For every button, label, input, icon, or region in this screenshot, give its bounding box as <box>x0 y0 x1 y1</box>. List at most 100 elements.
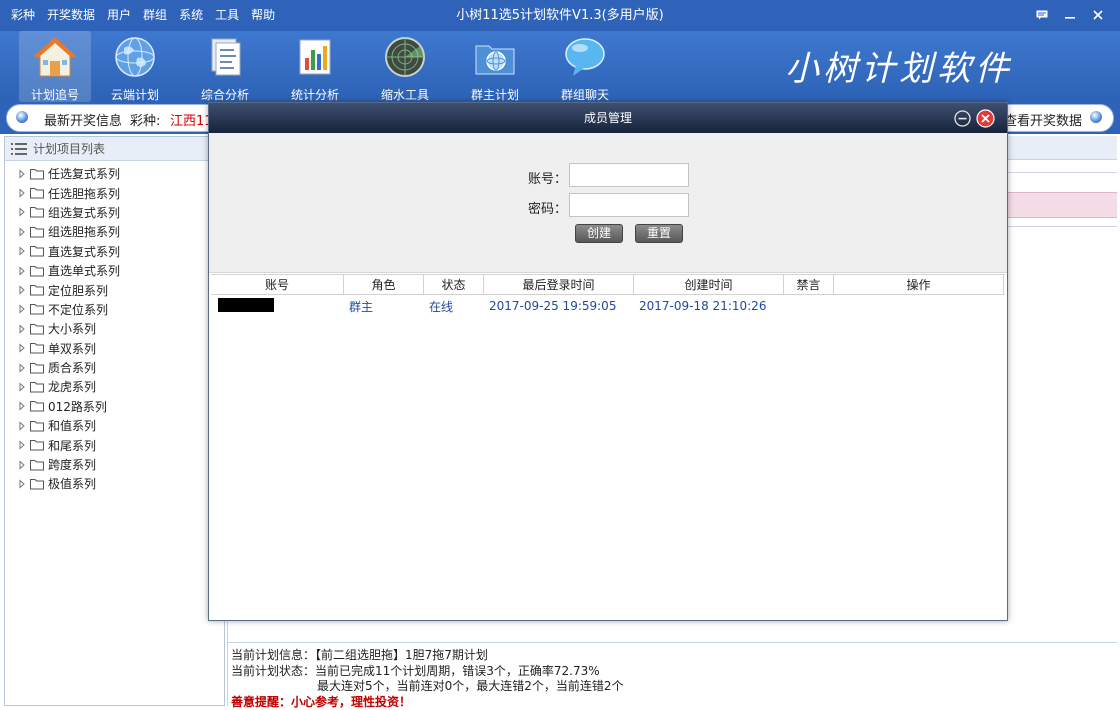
expand-arrow-icon[interactable] <box>17 459 27 470</box>
dialog-title: 成员管理 <box>583 111 632 125</box>
account-row: 账号： <box>209 163 1007 187</box>
orb-icon <box>16 111 28 123</box>
lottery-type-label: 彩种: <box>130 114 161 129</box>
column-created[interactable]: 创建时间 <box>634 275 784 294</box>
content-highlight-row <box>1008 192 1117 218</box>
menu-tools[interactable]: 工具 <box>209 4 245 26</box>
expand-arrow-icon[interactable] <box>17 304 27 315</box>
column-muted[interactable]: 禁言 <box>784 275 834 294</box>
folder-icon <box>30 168 44 180</box>
warning-text: 善意提醒：小心参考，理性投资！ <box>231 694 412 709</box>
expand-arrow-icon[interactable] <box>17 440 27 450</box>
tree-item[interactable]: 直选单式系列 <box>5 261 224 280</box>
folder-icon <box>30 323 44 335</box>
menu-draw-data[interactable]: 开奖数据 <box>41 4 101 26</box>
tree-item-label: 直选单式系列 <box>48 264 121 279</box>
expand-arrow-icon[interactable] <box>17 479 27 489</box>
menu-help[interactable]: 帮助 <box>245 4 281 26</box>
tree-item[interactable]: 不定位系列 <box>5 300 224 319</box>
tree-item[interactable]: 质合系列 <box>5 358 224 377</box>
plan-list-title: 计划项目列表 <box>33 141 106 156</box>
column-role[interactable]: 角色 <box>344 275 424 294</box>
tree-item[interactable]: 定位胆系列 <box>5 280 224 299</box>
tree-item[interactable]: 和值系列 <box>5 416 224 435</box>
tree-item[interactable]: 组选胆拖系列 <box>5 222 224 241</box>
minimize-icon[interactable] <box>954 110 971 127</box>
expand-arrow-icon[interactable] <box>17 421 27 431</box>
content-row <box>1008 172 1117 192</box>
password-input[interactable] <box>569 193 689 217</box>
tree-item[interactable]: 跨度系列 <box>5 455 224 474</box>
toolbar-shrink-tool-button[interactable]: 缩水工具 <box>369 31 441 102</box>
password-row: 密码： <box>209 193 1007 217</box>
close-icon[interactable] <box>1084 3 1112 27</box>
main-toolbar: 计划追号 云端计划 综合分析 统计分析 缩水工具 群主计划 群组聊天 小树计划软… <box>0 31 1120 102</box>
close-icon[interactable] <box>976 109 995 128</box>
tree-item[interactable]: 大小系列 <box>5 319 224 338</box>
minimize-icon[interactable] <box>1056 3 1084 27</box>
feedback-icon[interactable] <box>1028 3 1056 27</box>
folder-icon <box>30 440 44 451</box>
toolbar-cloud-plan-button[interactable]: 云端计划 <box>99 31 171 102</box>
toolbar-comprehensive-analysis-button[interactable]: 综合分析 <box>189 31 261 102</box>
column-account[interactable]: 账号 <box>211 275 344 294</box>
tree-item[interactable]: 012路系列 <box>5 397 224 416</box>
expand-arrow-icon[interactable] <box>17 382 27 392</box>
toolbar-plan-tracking-button[interactable]: 计划追号 <box>19 31 91 102</box>
folder-icon <box>30 188 44 199</box>
password-label: 密码： <box>527 202 567 217</box>
expand-arrow-icon[interactable] <box>17 401 27 411</box>
toolbar-group-chat-button[interactable]: 群组聊天 <box>549 31 621 102</box>
expand-arrow-icon[interactable] <box>17 266 27 276</box>
plan-info-line: 当前计划信息：【前二组选胆拖】1胆7拖7期计划 <box>231 648 488 662</box>
tree-item[interactable]: 组选复式系列 <box>5 203 224 222</box>
account-input[interactable] <box>569 163 689 187</box>
bar-chart-icon <box>299 39 331 75</box>
expand-arrow-icon[interactable] <box>17 227 27 237</box>
toolbar-group-owner-plan-button[interactable]: 群主计划 <box>459 31 531 102</box>
view-draw-data-link[interactable]: 查看开奖数据 <box>1004 110 1082 129</box>
tree-item[interactable]: 直选复式系列 <box>5 242 224 261</box>
menu-bar: 彩种 开奖数据 用户 群组 系统 工具 帮助 <box>0 4 281 26</box>
tree-item-label: 质合系列 <box>48 361 97 376</box>
expand-arrow-icon[interactable] <box>17 207 27 218</box>
column-actions[interactable]: 操作 <box>834 275 1004 294</box>
redacted-account <box>218 297 274 312</box>
tree-item-label: 大小系列 <box>48 322 97 337</box>
menu-user[interactable]: 用户 <box>101 4 137 26</box>
expand-arrow-icon[interactable] <box>17 285 27 295</box>
menu-caizhong[interactable]: 彩种 <box>0 4 41 26</box>
tree-item[interactable]: 任选胆拖系列 <box>5 183 224 202</box>
expand-arrow-icon[interactable] <box>17 188 27 198</box>
expand-arrow-icon[interactable] <box>17 324 27 334</box>
expand-arrow-icon[interactable] <box>17 246 27 256</box>
tree-item-label: 龙虎系列 <box>48 380 97 395</box>
cell-status: 在线 <box>429 299 454 314</box>
tree-item[interactable]: 极值系列 <box>5 474 224 493</box>
tree-item-label: 直选复式系列 <box>48 244 121 259</box>
toolbar-label: 统计分析 <box>290 88 339 102</box>
tree-item-label: 任选复式系列 <box>48 167 121 182</box>
tree-item[interactable]: 任选复式系列 <box>5 164 224 183</box>
tree-item-label: 不定位系列 <box>48 302 109 317</box>
menu-group[interactable]: 群组 <box>137 4 173 26</box>
plan-list-panel: 计划项目列表 任选复式系列 任选胆拖系列 组选复式系列 组选胆拖系列直选复式系列 直选单… <box>4 136 225 706</box>
folder-icon <box>30 343 44 354</box>
column-last-login[interactable]: 最后登录时间 <box>484 275 634 294</box>
expand-arrow-icon[interactable] <box>17 169 27 179</box>
table-row[interactable]: 群主 在线 2017-09-25 19:59:05 2017-09-18 21:… <box>211 295 1005 317</box>
folder-icon <box>30 362 44 374</box>
tree-item[interactable]: 和尾系列 <box>5 435 224 454</box>
tree-item[interactable]: 单双系列 <box>5 339 224 358</box>
folder-icon <box>30 381 44 393</box>
column-status[interactable]: 状态 <box>424 275 484 294</box>
tree-item[interactable]: 龙虎系列 <box>5 377 224 396</box>
reset-button[interactable]: 重置 <box>635 224 683 243</box>
member-table: 账号 角色 状态 最后登录时间 创建时间 禁言 操作 群主 在线 2017-09… <box>211 274 1005 317</box>
toolbar-statistics-analysis-button[interactable]: 统计分析 <box>279 31 351 102</box>
member-management-dialog: 成员管理 账号： 密码： 创建 重置 账号 角色 状态 最后登录时间 创建时间 … <box>208 102 1008 621</box>
expand-arrow-icon[interactable] <box>17 343 27 353</box>
create-button[interactable]: 创建 <box>575 224 623 243</box>
expand-arrow-icon[interactable] <box>17 362 27 373</box>
menu-system[interactable]: 系统 <box>173 4 209 26</box>
